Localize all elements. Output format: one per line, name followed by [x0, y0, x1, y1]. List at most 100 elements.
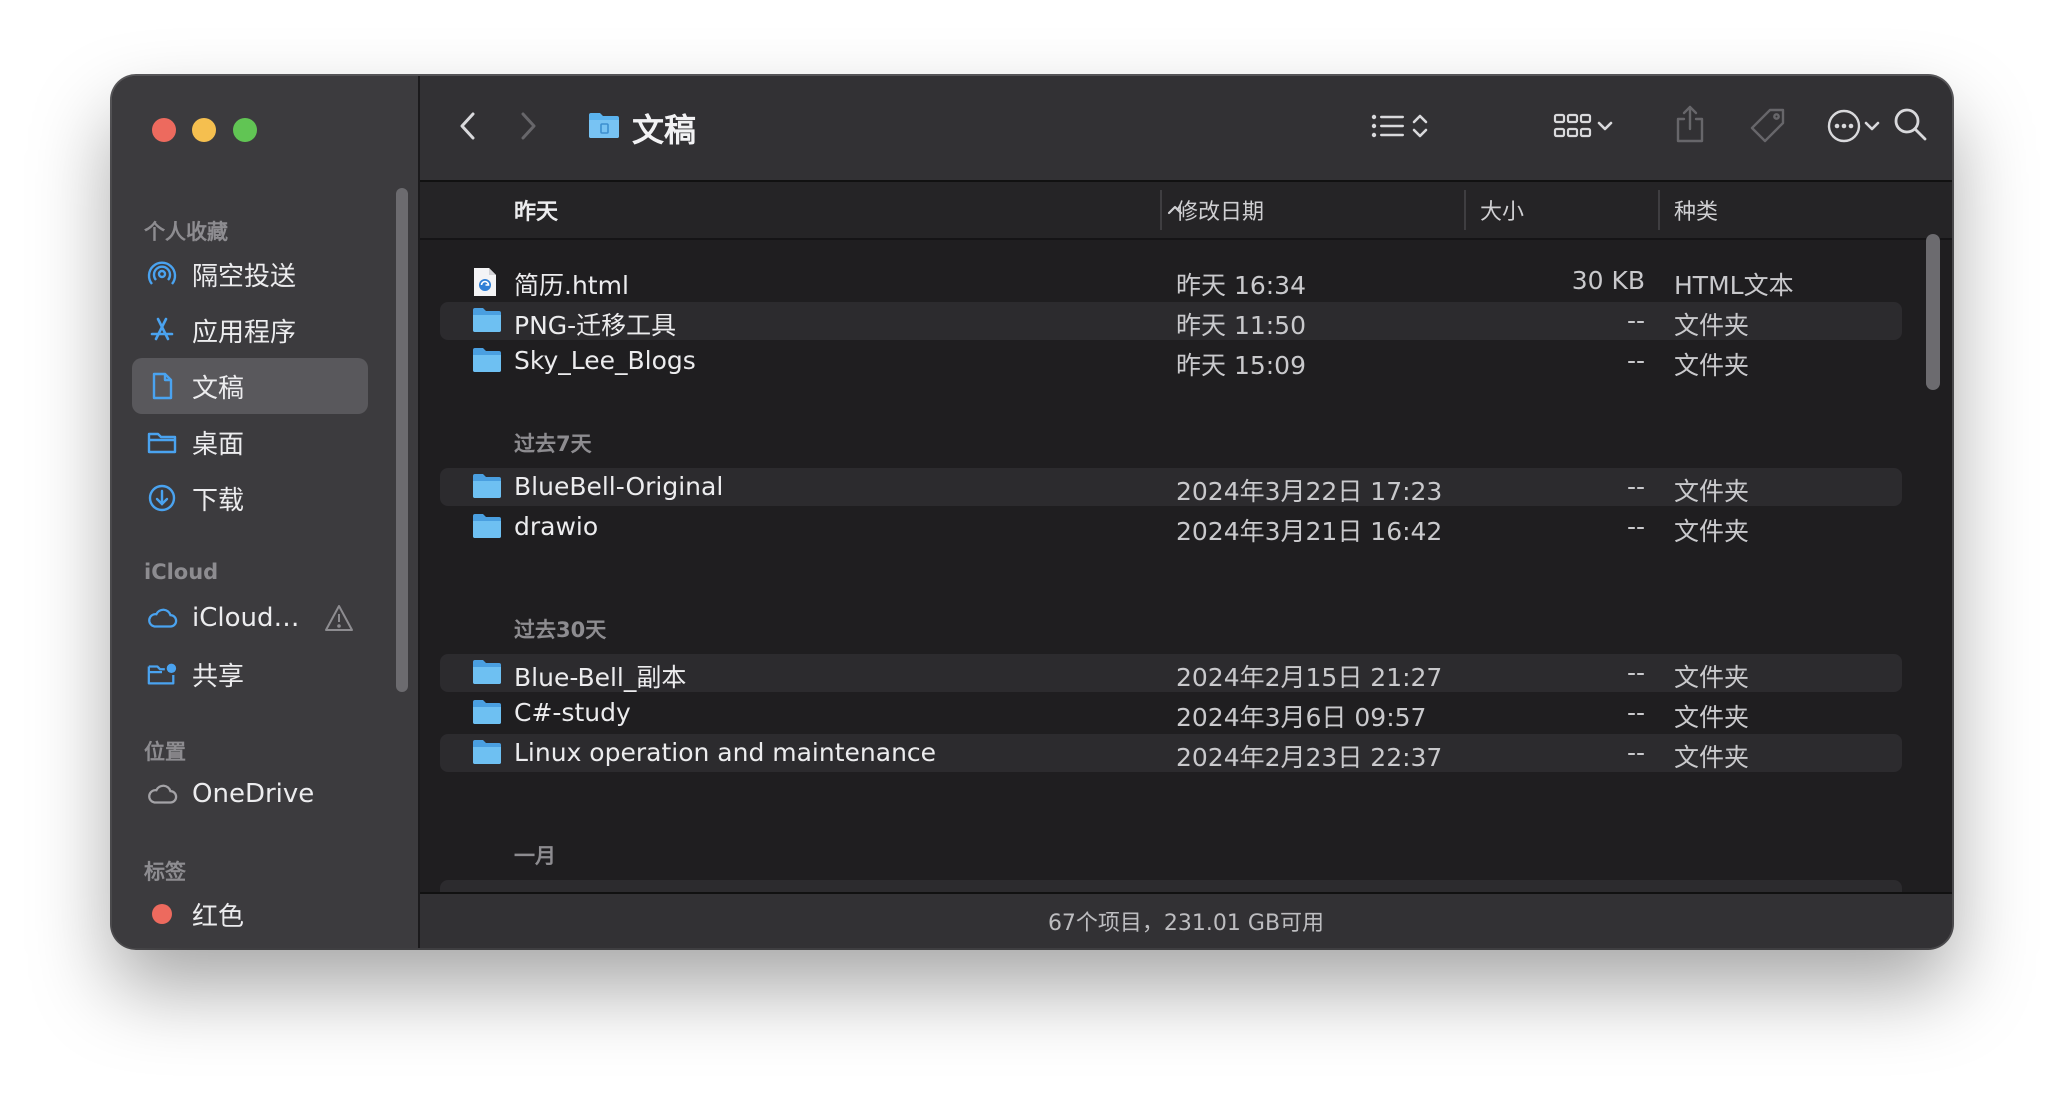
- file-name: C#-study: [514, 698, 631, 727]
- sidebar-section-icloud: iCloud: [144, 560, 219, 584]
- file-row[interactable]: Linux operation and maintenance 2024年2月2…: [440, 734, 1902, 772]
- folder-icon: [472, 739, 502, 769]
- file-kind: 文件夹: [1674, 517, 1750, 546]
- sidebar-section-tags: 标签: [144, 860, 186, 884]
- sidebar-item-label: 橙色: [192, 948, 244, 949]
- chevron-left-icon: [456, 110, 480, 146]
- file-size: 30 KB: [1571, 266, 1645, 295]
- file-row[interactable]: Sky_Lee_Blogs 昨天 15:09 -- 文件夹: [440, 342, 1902, 380]
- shared-folder-icon: [146, 658, 178, 690]
- file-name: Linux operation and maintenance: [514, 738, 937, 767]
- file-date: 2024年2月15日 21:27: [1176, 663, 1443, 692]
- column-divider[interactable]: [1160, 190, 1162, 230]
- title-folder-icon: [588, 109, 620, 147]
- file-date: 昨天 16:34: [1176, 271, 1306, 300]
- search-icon: [1892, 106, 1928, 146]
- forward-button[interactable]: [504, 104, 552, 152]
- sidebar-item-tag-red[interactable]: 红色: [132, 886, 368, 942]
- column-divider[interactable]: [1464, 190, 1466, 230]
- sidebar-item-desktop[interactable]: 桌面: [132, 414, 368, 470]
- file-row[interactable]: PNG-迁移工具 昨天 11:50 -- 文件夹: [440, 302, 1902, 340]
- file-kind: 文件夹: [1674, 663, 1750, 692]
- file-size: --: [1626, 346, 1645, 375]
- column-kind-header[interactable]: 种类: [1674, 194, 1718, 226]
- sidebar-item-label: 桌面: [192, 429, 245, 460]
- folder-icon: [472, 307, 502, 337]
- file-kind: HTML文本: [1674, 271, 1794, 300]
- sidebar-item-downloads[interactable]: 下载: [132, 470, 368, 526]
- file-date: 昨天 15:09: [1176, 351, 1306, 380]
- download-icon: [146, 482, 178, 514]
- view-options-button[interactable]: [1358, 104, 1442, 152]
- file-size: --: [1626, 658, 1645, 687]
- airdrop-icon: [146, 258, 178, 290]
- share-button[interactable]: [1666, 100, 1714, 152]
- chevron-right-icon: [516, 110, 540, 146]
- file-row[interactable]: BlueBell-Original 2024年3月22日 17:23 -- 文件…: [440, 468, 1902, 506]
- finder-window: 个人收藏 隔空投送 应用程序 文稿 桌面 下载 iCloud iCloud… 共…: [112, 76, 1952, 948]
- folder-icon: [472, 473, 502, 503]
- toolbar: 文稿: [420, 76, 1952, 182]
- more-actions-button[interactable]: [1814, 104, 1894, 152]
- file-kind: 文件夹: [1674, 743, 1750, 772]
- status-text: 67个项目，231.01 GB可用: [1047, 911, 1325, 936]
- sidebar-item-documents[interactable]: 文稿: [132, 358, 368, 414]
- sidebar-item-shared[interactable]: 共享: [132, 646, 368, 702]
- grid-view-icon: [1553, 110, 1595, 146]
- warning-icon[interactable]: [324, 603, 354, 633]
- file-list-scrollbar[interactable]: [1926, 234, 1940, 390]
- file-row[interactable]: drawio 2024年3月21日 16:42 -- 文件夹: [440, 508, 1902, 546]
- back-button[interactable]: [444, 104, 492, 152]
- column-modified-header[interactable]: 修改日期: [1176, 194, 1264, 226]
- sidebar-section-favorites: 个人收藏: [144, 220, 228, 244]
- minimize-window-button[interactable]: [192, 118, 216, 142]
- chevron-down-icon: [1862, 110, 1882, 146]
- sidebar-item-label: 下载: [192, 485, 245, 516]
- sidebar-section-locations: 位置: [144, 740, 186, 764]
- sidebar-item-onedrive[interactable]: OneDrive: [132, 766, 368, 822]
- sidebar-item-tag-orange[interactable]: 橙色: [132, 938, 368, 948]
- file-date: 2024年2月23日 22:37: [1176, 743, 1443, 772]
- sidebar-item-label: 共享: [192, 661, 245, 692]
- group-header-past-7-days: 过去7天: [514, 432, 592, 456]
- sidebar-item-label: OneDrive: [192, 779, 315, 809]
- list-view-icon: [1370, 110, 1410, 146]
- file-name: 简历.html: [514, 271, 629, 300]
- sidebar-item-airdrop[interactable]: 隔空投送: [132, 246, 368, 302]
- tag-button[interactable]: [1744, 104, 1792, 152]
- group-options-button[interactable]: [1542, 104, 1626, 152]
- search-button[interactable]: [1886, 102, 1934, 150]
- file-kind: 文件夹: [1674, 351, 1750, 380]
- document-icon: [146, 370, 178, 402]
- column-divider[interactable]: [1658, 190, 1660, 230]
- sidebar-item-icloud-drive[interactable]: iCloud…: [132, 590, 368, 646]
- status-bar: 67个项目，231.01 GB可用: [420, 892, 1952, 948]
- sidebar: 个人收藏 隔空投送 应用程序 文稿 桌面 下载 iCloud iCloud… 共…: [112, 76, 420, 948]
- file-name: Blue-Bell_副本: [514, 663, 687, 692]
- red-tag-dot-icon: [152, 904, 172, 924]
- file-row[interactable]: 简历.html 昨天 16:34 30 KB HTML文本: [440, 262, 1902, 300]
- applications-icon: [146, 314, 178, 346]
- sidebar-scrollbar[interactable]: [396, 188, 408, 692]
- sidebar-item-applications[interactable]: 应用程序: [132, 302, 368, 358]
- file-kind: 文件夹: [1674, 703, 1750, 732]
- group-header-january: 一月: [514, 844, 556, 868]
- icloud-icon: [146, 602, 178, 634]
- file-name: Sky_Lee_Blogs: [514, 346, 696, 375]
- file-row[interactable]: Blue-Bell_副本 2024年2月15日 21:27 -- 文件夹: [440, 654, 1902, 692]
- html-file-icon: [472, 267, 498, 301]
- column-name-header[interactable]: 昨天: [514, 194, 558, 226]
- file-name: drawio: [514, 512, 599, 541]
- zoom-window-button[interactable]: [233, 118, 257, 142]
- file-size: --: [1626, 738, 1645, 767]
- file-row[interactable]: C#-study 2024年3月6日 09:57 -- 文件夹: [440, 694, 1902, 732]
- close-window-button[interactable]: [152, 118, 176, 142]
- file-date: 2024年3月6日 09:57: [1176, 703, 1427, 732]
- column-header: 昨天 修改日期 大小 种类: [420, 182, 1952, 240]
- column-size-header[interactable]: 大小: [1480, 194, 1524, 226]
- sidebar-item-label: 应用程序: [192, 317, 297, 348]
- sidebar-item-label: 隔空投送: [192, 261, 297, 292]
- file-date: 2024年3月22日 17:23: [1176, 477, 1443, 506]
- file-date: 2024年3月21日 16:42: [1176, 517, 1443, 546]
- group-header-past-30-days: 过去30天: [514, 618, 607, 642]
